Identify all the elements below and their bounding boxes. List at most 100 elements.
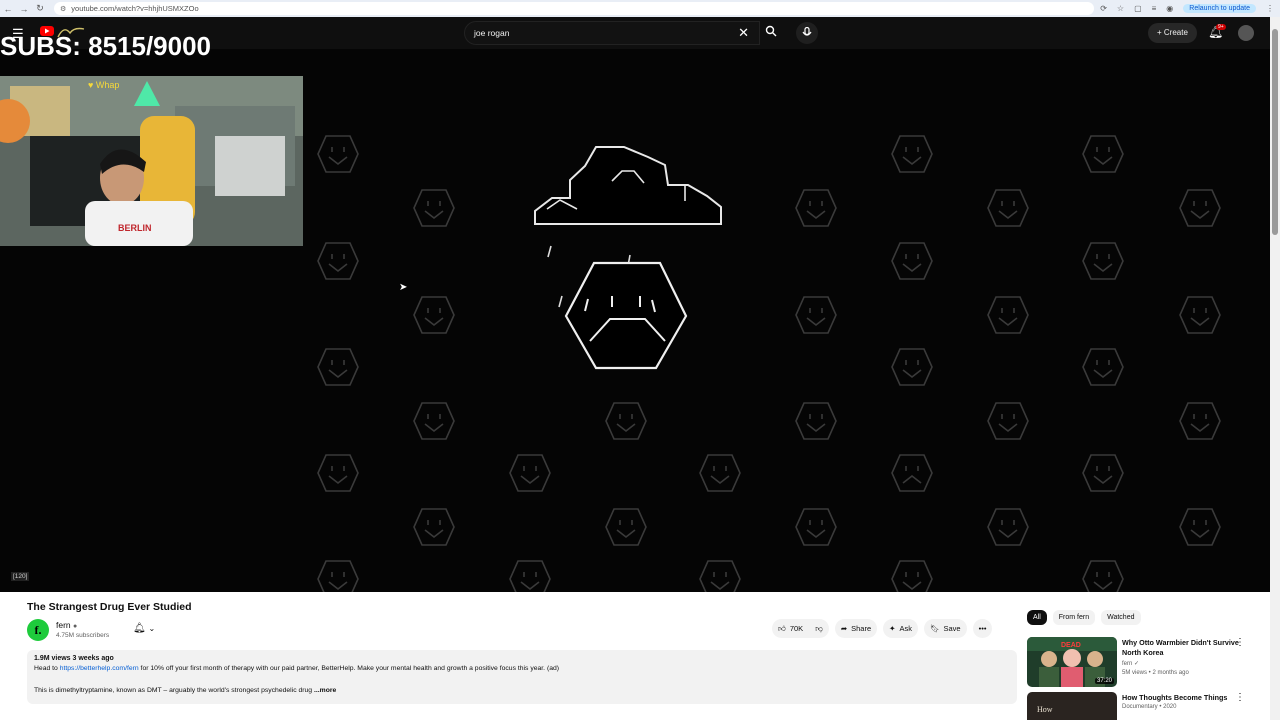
subscription-bell-button[interactable]: 🔔︎ ⌄ <box>128 620 160 638</box>
description-suffix: for 10% off your first month of therapy … <box>138 665 560 672</box>
recommendation-thumbnail[interactable]: DEAD 37:20 <box>1027 637 1117 687</box>
smiley-face-icon <box>987 402 1029 440</box>
smiley-face-icon <box>1082 454 1124 492</box>
share-icon: ➦ <box>840 624 848 633</box>
chip-from-fern[interactable]: From fern <box>1052 610 1096 625</box>
smiley-face-icon <box>1082 560 1124 592</box>
recommendation-thumbnail[interactable]: How <box>1027 692 1117 720</box>
url-text: youtube.com/watch?v=hhjhUSMXZOo <box>71 4 199 13</box>
video-title: The Strangest Drug Ever Studied <box>27 601 192 613</box>
smiley-face-icon <box>317 560 359 592</box>
description-box[interactable]: 1.9M views 3 weeks ago Head to https://b… <box>27 650 1017 704</box>
recommendation-title[interactable]: Why Otto Warmbier Didn't Survive North K… <box>1122 638 1240 658</box>
more-vertical-icon[interactable]: ⋮ <box>1235 637 1245 648</box>
channel-avatar[interactable]: f. <box>27 619 49 641</box>
recommendation-meta: 5M views • 2 months ago <box>1122 670 1189 676</box>
browser-actions: ⟳ ☆ ▢ ≡ ◉ Relaunch to update ⋮ <box>1100 4 1280 13</box>
recommendation-item[interactable]: DEAD 37:20 Why Otto Warmbier Didn't Surv… <box>1027 637 1262 689</box>
more-vertical-icon[interactable]: ⋮ <box>1235 692 1245 703</box>
frame-counter: [120] <box>11 572 30 581</box>
dislike-icon[interactable]: 👎︎ <box>815 619 823 638</box>
description-line-1: Head to https://betterhelp.com/fern for … <box>34 665 559 672</box>
microphone-icon <box>802 26 812 36</box>
notification-badge: 9+ <box>1216 24 1226 30</box>
description-line-2: This is dimethyltryptamine, known as DMT… <box>34 687 336 694</box>
verified-icon: ● <box>73 623 78 630</box>
smiley-face-icon <box>1179 189 1221 227</box>
smiley-face-icon <box>891 135 933 173</box>
smiley-face-icon <box>891 242 933 280</box>
plus-icon: + <box>1157 28 1164 37</box>
site-info-icon[interactable]: ⚙ <box>60 5 66 13</box>
more-actions-button[interactable]: ••• <box>972 619 993 638</box>
smiley-face-icon <box>509 560 551 592</box>
ask-button[interactable]: ✦ Ask <box>883 619 918 638</box>
search-button[interactable] <box>760 21 782 45</box>
smiley-face-icon <box>413 402 455 440</box>
recommendation-channel: Documentary • 2020 <box>1122 704 1177 710</box>
like-button[interactable]: 👍︎ 70K 👎︎ <box>772 619 829 638</box>
share-button[interactable]: ➦ Share <box>834 619 878 638</box>
scrollbar-thumb[interactable] <box>1272 29 1278 235</box>
reload-icon[interactable]: ↻ <box>32 3 48 14</box>
browser-toolbar: ← → ↻ ⚙ youtube.com/watch?v=hhjhUSMXZOo … <box>0 0 1280 17</box>
thumbs-up-icon: 👍︎ <box>778 624 786 633</box>
smiley-face-icon <box>317 454 359 492</box>
video-actions: 👍︎ 70K 👎︎ ➦ Share ✦ Ask 🔖︎ Save ••• <box>772 619 993 638</box>
verified-icon: ✓ <box>1134 661 1140 667</box>
smiley-face-icon <box>891 560 933 592</box>
channel-name[interactable]: fern ● <box>56 620 77 630</box>
view-count-date: 1.9M views 3 weeks ago <box>34 655 114 662</box>
smiley-face-icon <box>317 135 359 173</box>
smiley-face-icon <box>317 242 359 280</box>
voice-search-button[interactable] <box>796 22 818 44</box>
smiley-face-icon <box>509 454 551 492</box>
smiley-face-icon <box>699 560 741 592</box>
svg-text:♥ Whap: ♥ Whap <box>88 80 119 90</box>
reading-list-icon[interactable]: ≡ <box>1152 4 1157 13</box>
chevron-down-icon: ⌄ <box>148 624 156 633</box>
smiley-face-icon <box>1082 135 1124 173</box>
bookmark-star-icon[interactable]: ☆ <box>1117 4 1124 13</box>
show-more-button[interactable]: ...more <box>314 687 336 694</box>
bell-icon: 🔔︎ <box>133 623 146 634</box>
webcam-overlay: BERLIN ♥ Whap <box>0 76 303 246</box>
create-button[interactable]: + Create <box>1148 23 1197 43</box>
back-icon[interactable]: ← <box>0 4 16 14</box>
description-text: This is dimethyltryptamine, known as DMT… <box>34 687 313 694</box>
account-avatar[interactable] <box>1238 25 1254 41</box>
extension-icon[interactable]: ⟳ <box>1100 4 1107 13</box>
recommendation-title[interactable]: How Thoughts Become Things <box>1122 693 1240 703</box>
page-scrollbar[interactable] <box>1270 17 1280 720</box>
forward-icon[interactable]: → <box>16 4 32 14</box>
tab-search-icon[interactable]: ▢ <box>1134 4 1142 13</box>
save-button[interactable]: 🔖︎ Save <box>923 619 967 638</box>
address-bar[interactable]: ⚙ youtube.com/watch?v=hhjhUSMXZOo <box>54 2 1094 15</box>
relaunch-button[interactable]: Relaunch to update <box>1183 4 1256 13</box>
chip-all[interactable]: All <box>1027 610 1047 625</box>
video-duration: 37:20 <box>1094 678 1114 684</box>
youtube-logo-icon[interactable] <box>40 25 86 39</box>
save-label: Save <box>943 624 961 633</box>
watch-metadata: The Strangest Drug Ever Studied f. fern … <box>0 592 1270 720</box>
screen: ← → ↻ ⚙ youtube.com/watch?v=hhjhUSMXZOo … <box>0 0 1280 720</box>
smiley-face-icon <box>605 402 647 440</box>
clear-search-icon[interactable]: ✕ <box>738 25 749 41</box>
smiley-face-icon <box>795 296 837 334</box>
profile-icon[interactable]: ◉ <box>1166 4 1173 13</box>
smiley-face-icon <box>795 189 837 227</box>
search-icon <box>765 25 777 37</box>
mouse-cursor-icon: ➤ <box>399 282 408 293</box>
sponsor-link[interactable]: https://betterhelp.com/fern <box>60 665 139 672</box>
recommendation-item[interactable]: How How Thoughts Become Things Documenta… <box>1027 692 1262 720</box>
chip-watched[interactable]: Watched <box>1101 610 1141 625</box>
sparkle-icon: ✦ <box>889 624 896 633</box>
create-label: Create <box>1163 28 1188 37</box>
more-horizontal-icon: ••• <box>978 624 987 633</box>
svg-text:DEAD: DEAD <box>1061 642 1081 649</box>
search-input[interactable]: joe rogan ✕ <box>464 21 760 45</box>
thumbnail-image: How <box>1027 692 1117 720</box>
browser-menu-icon[interactable]: ⋮ <box>1266 4 1274 13</box>
svg-text:BERLIN: BERLIN <box>118 223 152 233</box>
smiley-face-icon <box>1082 242 1124 280</box>
